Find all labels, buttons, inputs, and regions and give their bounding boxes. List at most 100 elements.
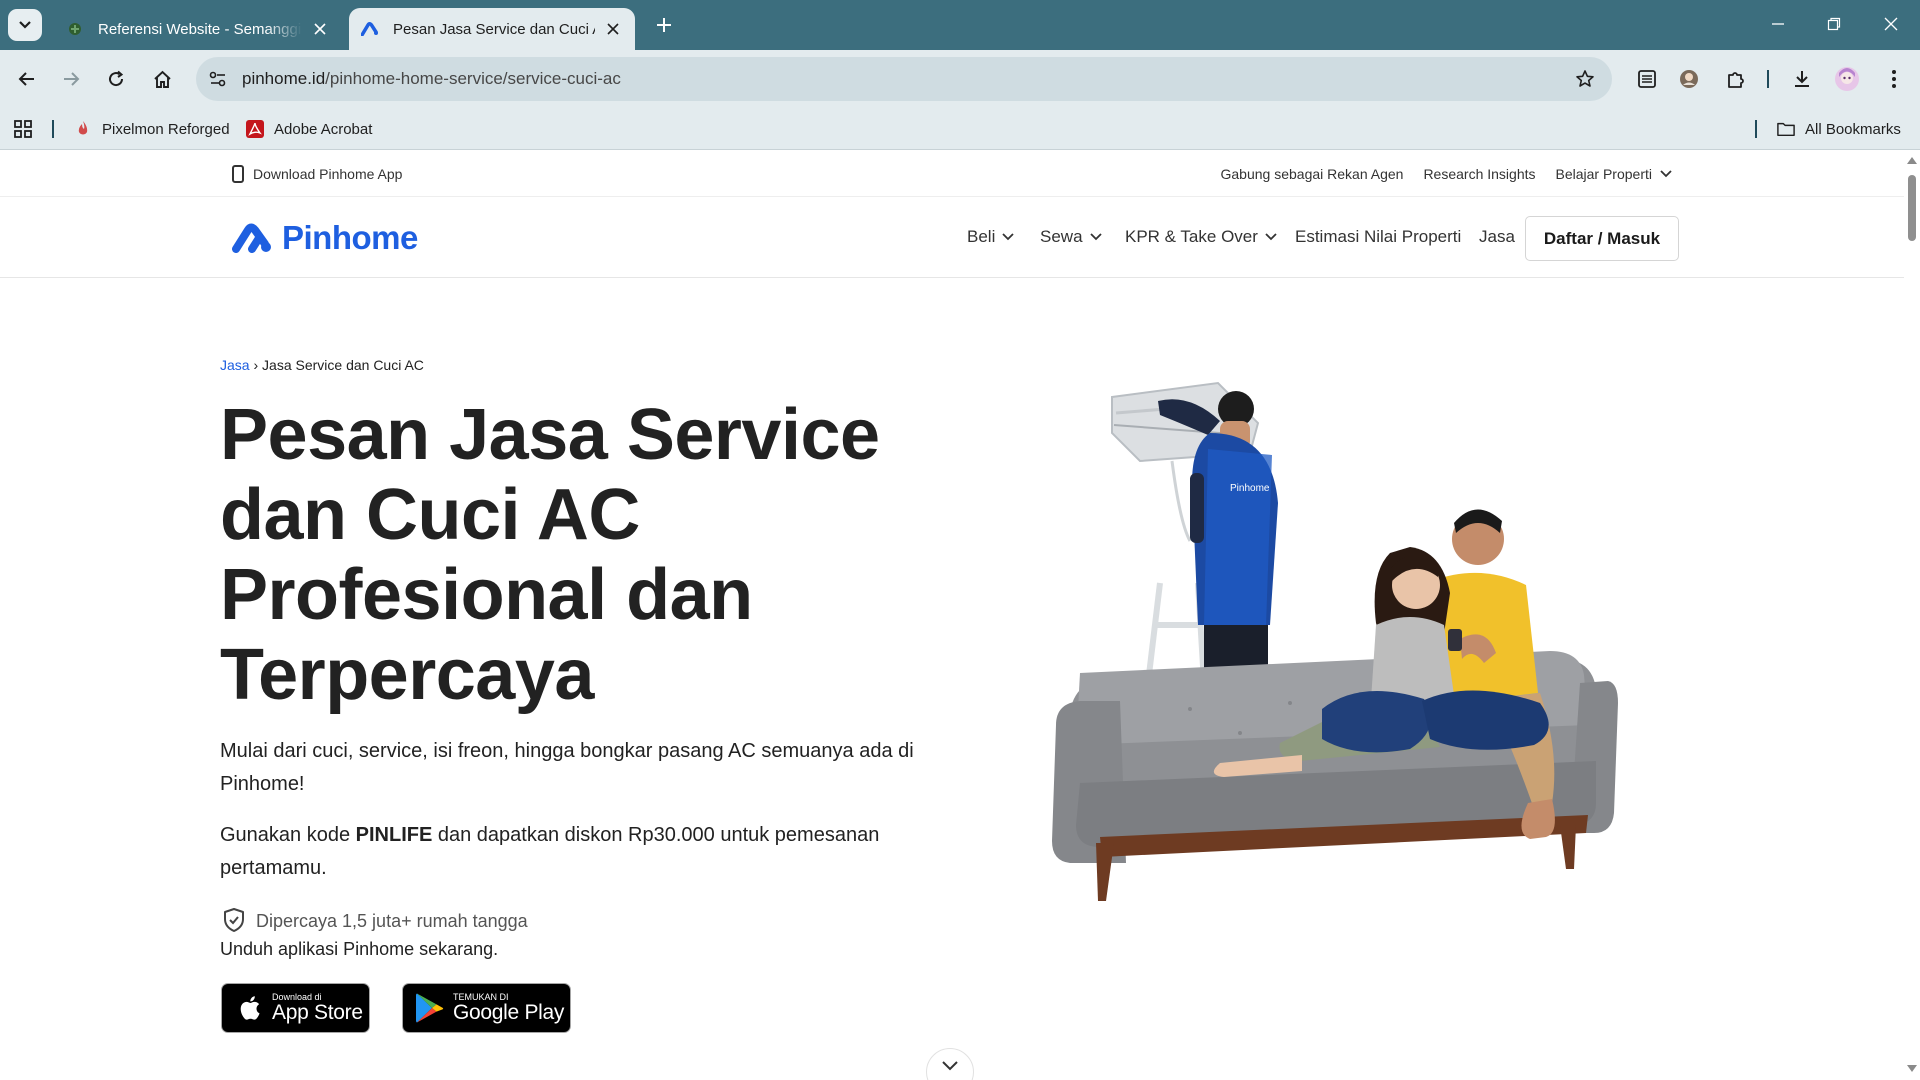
download-app-label: Download Pinhome App — [253, 166, 403, 182]
brand-name: Pinhome — [282, 219, 418, 256]
forward-button[interactable] — [56, 64, 86, 94]
bookmark-label: Adobe Acrobat — [274, 120, 373, 138]
apps-button[interactable] — [14, 117, 32, 141]
arrow-right-icon — [64, 72, 80, 86]
hero-illustration: Pinhome — [1052, 381, 1618, 901]
tab-referensi[interactable]: Referensi Website - Semanggi Lestari — [54, 8, 342, 50]
extensions-puzzle-icon[interactable] — [1722, 65, 1750, 93]
pinhome-logo[interactable]: Pinhome — [232, 219, 418, 256]
chevron-down-icon — [942, 1061, 958, 1071]
home-button[interactable] — [147, 64, 177, 94]
link-belajar-properti[interactable]: Belajar Properti — [1556, 166, 1673, 182]
chevron-down-icon — [19, 21, 31, 29]
breadcrumb-jasa-link[interactable]: Jasa — [220, 357, 250, 373]
nav-kpr-take-over[interactable]: KPR & Take Over — [1125, 227, 1277, 247]
utility-bar: Download Pinhome App Gabung sebagai Reka… — [0, 151, 1904, 197]
download-prompt: Unduh aplikasi Pinhome sekarang. — [220, 939, 499, 959]
reload-icon — [109, 70, 124, 87]
pinhome-logo-icon — [232, 223, 271, 253]
tab-title: Pesan Jasa Service dan Cuci AC — [393, 20, 595, 38]
chevron-down-icon — [1089, 233, 1102, 241]
nav-label: Sewa — [1040, 227, 1083, 246]
restore-button[interactable] — [1822, 12, 1846, 36]
close-icon — [1884, 17, 1898, 31]
browser-toolbar: pinhome.id/pinhome-home-service/service-… — [0, 50, 1920, 108]
scroll-down-arrow-icon[interactable] — [1907, 1065, 1917, 1072]
uniform-badge-text: Pinhome — [1230, 483, 1270, 494]
tab-strip: Referensi Website - Semanggi Lestari Pes… — [0, 0, 1920, 50]
all-bookmarks-button[interactable]: All Bookmarks — [1777, 117, 1901, 141]
link-label: Belajar Properti — [1555, 166, 1653, 182]
nav-jasa[interactable]: Jasa — [1479, 227, 1515, 247]
bookmarks-bar: Pixelmon Reforged Adobe Acrobat All Book… — [0, 108, 1920, 150]
nav-sewa[interactable]: Sewa — [1040, 227, 1102, 247]
apps-grid-icon — [14, 120, 32, 138]
scroll-up-arrow-icon[interactable] — [1907, 157, 1917, 164]
close-tab-icon[interactable] — [310, 19, 330, 39]
breadcrumb: Jasa › Jasa Service dan Cuci AC — [220, 357, 424, 373]
url-path: /pinhome-home-service/service-cuci-ac — [325, 69, 621, 88]
hero-subtitle: Mulai dari cuci, service, isi freon, hin… — [220, 740, 914, 795]
plus-icon — [657, 18, 671, 32]
pinhome-favicon-icon — [361, 20, 379, 38]
link-rekan-agen[interactable]: Gabung sebagai Rekan Agen — [1221, 166, 1404, 182]
main-navigation: Pinhome Beli Sewa KPR & Take Over Estima… — [0, 198, 1904, 278]
app-store-button[interactable]: Download di App Store — [221, 983, 370, 1033]
site-info-icon[interactable] — [204, 66, 232, 92]
url-text: pinhome.id/pinhome-home-service/service-… — [242, 69, 621, 89]
download-app-link[interactable]: Download Pinhome App — [232, 165, 402, 183]
breadcrumb-current: Jasa Service dan Cuci AC — [262, 357, 424, 373]
link-research-insights[interactable]: Research Insights — [1423, 166, 1535, 182]
phone-icon — [232, 165, 244, 183]
nav-label: Jasa — [1479, 227, 1515, 246]
bookmark-pixelmon[interactable]: Pixelmon Reforged — [74, 117, 230, 141]
all-bookmarks-label: All Bookmarks — [1805, 120, 1901, 138]
app-store-text: Download di App Store — [272, 992, 363, 1024]
pillow-left — [1322, 691, 1431, 753]
close-tab-icon[interactable] — [603, 19, 623, 39]
pixelmon-flame-icon — [74, 120, 92, 138]
daftar-masuk-button[interactable]: Daftar / Masuk — [1525, 216, 1679, 261]
nav-beli[interactable]: Beli — [967, 227, 1014, 247]
scrollbar-thumb[interactable] — [1908, 175, 1916, 241]
nav-estimasi-nilai-properti[interactable]: Estimasi Nilai Properti — [1295, 227, 1461, 247]
google-play-text: TEMUKAN DI Google Play — [453, 992, 564, 1024]
nav-label: Estimasi Nilai Properti — [1295, 227, 1462, 246]
chevron-down-icon — [1265, 233, 1277, 241]
profile-avatar[interactable] — [1833, 65, 1861, 93]
google-play-button[interactable]: TEMUKAN DI Google Play — [402, 983, 571, 1033]
new-tab-button[interactable] — [652, 13, 676, 37]
adobe-acrobat-icon — [246, 120, 264, 138]
page-scrollbar[interactable] — [1904, 151, 1920, 1080]
reload-button[interactable] — [101, 64, 131, 94]
leaf-favicon-icon — [66, 20, 84, 38]
downloads-icon[interactable] — [1788, 65, 1816, 93]
extension-avatar-icon[interactable] — [1675, 65, 1703, 93]
minimize-icon — [1772, 23, 1784, 25]
tab-pinhome[interactable]: Pesan Jasa Service dan Cuci AC — [349, 8, 635, 50]
arrow-left-icon — [18, 72, 34, 86]
promo-code: PINLIFE — [355, 824, 433, 846]
apple-icon — [232, 991, 266, 1025]
minimize-button[interactable] — [1766, 12, 1790, 36]
url-host: pinhome.id — [242, 69, 326, 88]
back-button[interactable] — [12, 64, 42, 94]
reading-list-icon[interactable] — [1633, 65, 1661, 93]
chevron-down-icon — [1002, 233, 1014, 241]
bookmark-adobe-acrobat[interactable]: Adobe Acrobat — [246, 117, 372, 141]
phone-in-hand — [1448, 629, 1462, 651]
restore-icon — [1827, 17, 1841, 31]
close-window-button[interactable] — [1879, 12, 1903, 36]
bookmark-star-icon[interactable] — [1574, 68, 1596, 90]
trust-badge: Dipercaya 1,5 juta+ rumah tangga — [222, 907, 528, 935]
chevron-down-icon — [1660, 170, 1672, 178]
breadcrumb-separator: › — [253, 357, 259, 373]
address-bar[interactable]: pinhome.id/pinhome-home-service/service-… — [196, 57, 1612, 101]
toolbar-divider — [1767, 70, 1769, 88]
nav-label: KPR & Take Over — [1125, 227, 1258, 246]
bookmarks-divider — [52, 120, 54, 138]
tab-search-button[interactable] — [8, 9, 42, 41]
menu-kebab-icon[interactable] — [1880, 65, 1908, 93]
scroll-down-button[interactable] — [926, 1048, 974, 1080]
bookmark-label: Pixelmon Reforged — [102, 120, 230, 138]
